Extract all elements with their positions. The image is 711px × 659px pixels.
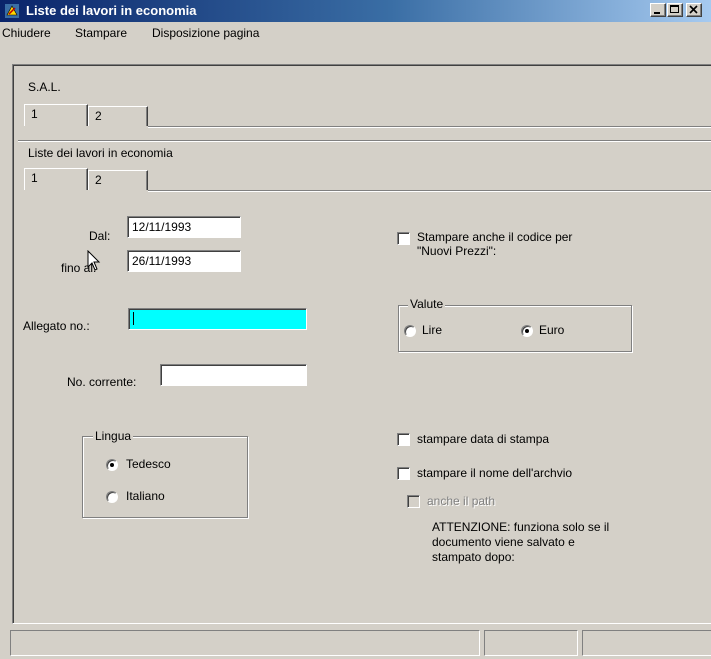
section-divider [18, 140, 711, 142]
data-stampa-label: stampare data di stampa [417, 432, 550, 446]
radio-selected-dot [110, 463, 114, 467]
window-title: Liste dei lavori in economia [26, 3, 197, 18]
data-stampa-checkbox[interactable]: stampare data di stampa [397, 432, 657, 450]
radio-euro-circle [521, 325, 533, 337]
nome-archivio-checkbox[interactable]: stampare il nome dell'archvio [397, 466, 677, 484]
menu-disposizione-pagina[interactable]: Disposizione pagina [152, 26, 259, 40]
tab-liste-2[interactable]: 2 [88, 170, 148, 190]
tab-sal-1-label: 1 [31, 107, 38, 121]
status-pane-main [10, 630, 480, 656]
allegato-field[interactable] [128, 308, 307, 330]
codice-checkbox[interactable]: Stampare anche il codice per "Nuovi Prez… [397, 230, 677, 262]
codice-checkbox-line2: "Nuovi Prezzi": [417, 244, 497, 258]
corrente-label: No. corrente: [67, 375, 137, 389]
close-icon [689, 5, 698, 14]
menu-bar: Chiudere Stampare Disposizione pagina [0, 22, 711, 42]
path-label: anche il path [427, 494, 496, 508]
inner-section-label: Liste dei lavori in economia [28, 146, 173, 160]
fino-field-value: 26/11/1993 [132, 254, 192, 268]
status-pane-3 [582, 630, 711, 656]
menu-chiudere[interactable]: Chiudere [2, 26, 51, 40]
minimize-icon [654, 12, 660, 14]
tab-liste-1[interactable]: 1 [24, 168, 88, 190]
fino-field[interactable]: 26/11/1993 [127, 250, 241, 272]
nome-archivio-label: stampare il nome dell'archvio [417, 466, 573, 480]
close-button[interactable] [686, 3, 702, 17]
path-checkbox-box [407, 495, 420, 508]
lingua-legend: Lingua [93, 429, 134, 443]
maximize-icon [670, 5, 679, 13]
title-bar[interactable]: Liste dei lavori in economia [0, 0, 711, 22]
radio-tedesco[interactable]: Tedesco [106, 456, 226, 474]
radio-italiano[interactable]: Italiano [106, 488, 226, 506]
radio-tedesco-label: Tedesco [126, 457, 171, 471]
dal-field[interactable]: 12/11/1993 [127, 216, 241, 238]
radio-lire-circle [404, 325, 416, 337]
attenzione-line2: documento viene salvato e [432, 535, 575, 549]
tab-strip-line [148, 126, 711, 128]
inner-tab-strip-line [148, 190, 711, 192]
valute-legend: Valute [408, 297, 446, 311]
text-caret [133, 312, 134, 325]
app-icon [5, 4, 19, 18]
radio-euro[interactable]: Euro [521, 322, 601, 340]
radio-italiano-label: Italiano [126, 489, 165, 503]
minimize-button[interactable] [650, 3, 666, 17]
tab-liste-1-label: 1 [31, 171, 38, 185]
corrente-field[interactable] [160, 364, 307, 386]
dal-label: Dal: [89, 229, 111, 243]
sal-label: S.A.L. [28, 80, 61, 94]
radio-tedesco-circle [106, 459, 118, 471]
radio-lire-label: Lire [422, 323, 443, 337]
radio-euro-label: Euro [539, 323, 565, 337]
menu-stampare[interactable]: Stampare [75, 26, 127, 40]
maximize-button[interactable] [667, 3, 683, 17]
tab-sal-2[interactable]: 2 [88, 106, 148, 126]
radio-selected-dot [525, 329, 529, 333]
status-pane-2 [484, 630, 578, 656]
tab-sal-2-label: 2 [95, 109, 102, 123]
allegato-label: Allegato no.: [23, 319, 90, 333]
radio-lire[interactable]: Lire [404, 322, 484, 340]
nome-archivio-checkbox-box [397, 467, 410, 480]
dal-field-value: 12/11/1993 [132, 220, 192, 234]
path-checkbox: anche il path [407, 494, 607, 512]
tab-liste-2-label: 2 [95, 173, 102, 187]
data-stampa-checkbox-box [397, 433, 410, 446]
codice-checkbox-line1: Stampare anche il codice per [417, 230, 573, 244]
attenzione-line3: stampato dopo: [432, 550, 515, 564]
codice-checkbox-box [397, 232, 410, 245]
radio-italiano-circle [106, 491, 118, 503]
mouse-cursor-icon [87, 250, 101, 271]
tab-sal-1[interactable]: 1 [24, 104, 88, 126]
attenzione-line1: ATTENZIONE: funziona solo se il [432, 520, 610, 534]
